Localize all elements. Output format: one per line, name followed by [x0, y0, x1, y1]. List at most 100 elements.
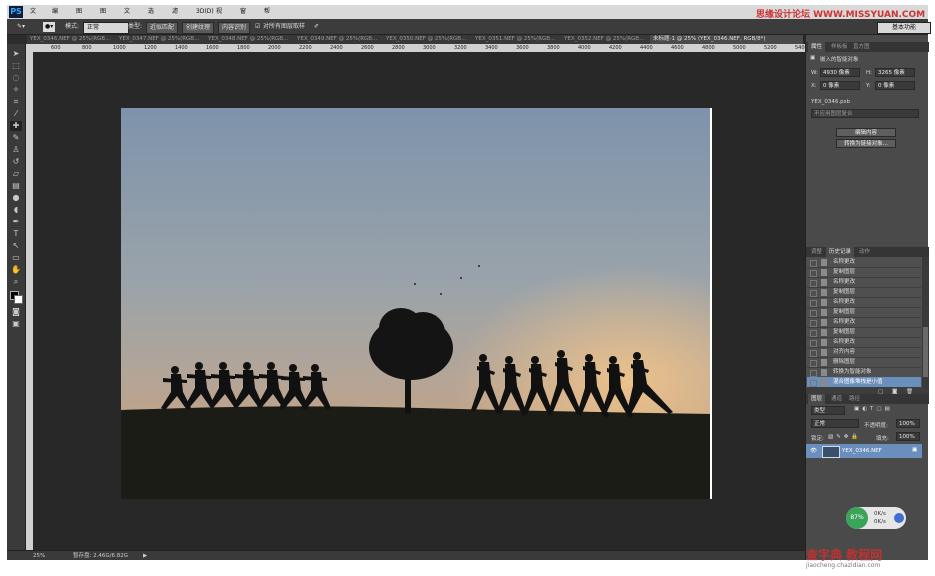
layer-filter-select[interactable]: 类型 — [811, 406, 845, 415]
tab-history[interactable]: 历史记录 — [826, 247, 855, 257]
scratch-disk-info[interactable]: 暂存盘: 2.46G/6.82G — [73, 551, 128, 561]
history-item-label: 删除图层 — [833, 359, 856, 365]
history-snapshot-box[interactable] — [810, 370, 817, 377]
convert-linked-button[interactable]: 转换为链接对象... — [836, 139, 896, 148]
doc-tab[interactable]: YEX_0352.NEF @ 25%(RGB... — [561, 35, 653, 44]
layer-row[interactable]: 👁 YEX_0346.NEF ▣ — [806, 444, 922, 458]
gradient-tool-icon[interactable]: ▤ — [10, 181, 22, 191]
doc-tab-active[interactable]: 未标题-1 @ 25% (YEX_0346.NEF, RGB/8*) — [650, 35, 804, 44]
eyedropper-tool-icon[interactable]: ⁄ — [10, 109, 22, 119]
lock-icons[interactable]: ▧✎✥🔒 — [828, 434, 861, 440]
tab-layers[interactable]: 图层 — [808, 394, 826, 404]
healing-brush-tool-icon[interactable]: ✚ — [10, 121, 22, 131]
history-snapshot-box[interactable] — [810, 330, 817, 337]
text-tool-icon[interactable]: T — [10, 229, 22, 239]
brush-tool-icon[interactable]: ✎ — [10, 133, 22, 143]
history-scrollbar[interactable] — [922, 257, 929, 388]
tab-swatches[interactable]: 样板板 — [828, 42, 851, 52]
ruler-tick-label: 2200 — [299, 45, 312, 51]
doc-tab[interactable]: YEX_0349.NEF @ 25%(RGB... — [294, 35, 386, 44]
brush-tool-icon[interactable]: ✎▾ — [17, 22, 25, 32]
type-content-aware[interactable]: 内容识别 — [218, 22, 251, 34]
status-arrow-icon[interactable]: ▶ — [143, 551, 147, 561]
history-snapshot-box[interactable] — [810, 260, 817, 267]
history-brush-tool-icon[interactable]: ↺ — [10, 157, 22, 167]
history-item-label: 转换为智能对象 — [833, 369, 872, 375]
opacity-field[interactable]: 100% — [896, 419, 920, 428]
tab-actions[interactable]: 动作 — [856, 247, 873, 257]
doc-tab[interactable]: YEX_0351.NEF @ 25%(RGB... — [472, 35, 564, 44]
doc-tab[interactable]: YEX_0347.NEF @ 25%(RGB... — [116, 35, 208, 44]
brush-size-icon[interactable]: ●▾ — [43, 22, 56, 32]
crop-tool-icon[interactable]: ⌗ — [10, 97, 22, 107]
fill-label: 填充: — [876, 436, 889, 442]
menu-3d[interactable]: 3D(D) — [196, 5, 214, 19]
type-create-texture[interactable]: 创建纹理 — [182, 22, 215, 34]
layer-name[interactable]: YEX_0346.NEF — [842, 448, 882, 454]
pen-tool-icon[interactable]: ✒ — [10, 217, 22, 227]
blend-mode-select[interactable]: 正常 — [811, 419, 859, 428]
smart-object-badge-icon: ▣ — [912, 447, 918, 453]
fill-field[interactable]: 100% — [896, 432, 920, 441]
speed-widget[interactable]: 87% 0K/s 0K/s — [846, 507, 906, 529]
tab-histogram[interactable]: 直方图 — [850, 42, 873, 52]
move-tool-icon[interactable]: ➤ — [10, 49, 22, 59]
pressure-icon[interactable]: ✐ — [314, 22, 319, 32]
history-snapshot-box[interactable] — [810, 360, 817, 367]
doc-tab[interactable]: YEX_0346.NEF @ 25%(RGB... — [27, 35, 119, 44]
history-snapshot-box[interactable] — [810, 380, 817, 387]
history-snapshot-box[interactable] — [810, 350, 817, 357]
doc-tab[interactable]: YEX_0348.NEF @ 25%(RGB... — [205, 35, 297, 44]
eraser-tool-icon[interactable]: ▱ — [10, 169, 22, 179]
tab-adjustments[interactable]: 调整 — [808, 247, 825, 257]
history-snapshot-box[interactable] — [810, 320, 817, 327]
mode-select[interactable]: 正常 — [83, 22, 129, 34]
document-photo[interactable] — [121, 108, 712, 499]
x-field[interactable]: 0 像素 — [820, 81, 860, 90]
height-field[interactable]: 3265 像素 — [875, 68, 915, 77]
type-proximity-match[interactable]: 近似匹配 — [146, 22, 179, 34]
tab-channels[interactable]: 通道 — [828, 394, 845, 404]
zoom-level[interactable]: 25% — [33, 551, 45, 561]
history-snapshot-box[interactable] — [810, 270, 817, 277]
history-snapshot-box[interactable] — [810, 290, 817, 297]
color-swatches-icon[interactable] — [10, 291, 23, 304]
sample-all-checkbox[interactable]: ☑ — [255, 22, 260, 32]
blur-tool-icon[interactable]: ● — [10, 193, 22, 203]
tab-properties[interactable]: 属性 — [808, 42, 826, 52]
dodge-tool-icon[interactable]: ◖ — [10, 205, 22, 215]
memory-percent: 87% — [846, 507, 868, 529]
hand-tool-icon[interactable]: ✋ — [10, 265, 22, 275]
photoshop-logo[interactable]: PS — [9, 6, 23, 18]
layer-comp-select[interactable]: 不应用图层复合 — [811, 109, 919, 118]
history-item-label: 复制图层 — [833, 309, 856, 315]
history-state-icon — [821, 319, 827, 326]
doc-tab[interactable]: YEX_0350.NEF @ 25%(RGB... — [383, 35, 475, 44]
ruler-tick-label: 2400 — [330, 45, 343, 51]
path-select-tool-icon[interactable]: ↖ — [10, 241, 22, 251]
shape-tool-icon[interactable]: ▭ — [10, 253, 22, 263]
edit-contents-button[interactable]: 编辑内容 — [836, 128, 896, 137]
clone-stamp-tool-icon[interactable]: ♙ — [10, 145, 22, 155]
tab-paths[interactable]: 路径 — [846, 394, 863, 404]
horizontal-ruler: 600 800 1000 1200 1400 1600 1800 2000 2200 2400 26… — [33, 44, 808, 52]
width-field[interactable]: 4930 像素 — [820, 68, 860, 77]
visibility-eye-icon[interactable]: 👁 — [810, 448, 817, 454]
history-snapshot-box[interactable] — [810, 310, 817, 317]
layer-filter-icons[interactable]: ▣◐T▢▤ — [854, 406, 893, 412]
document-tabs: YEX_0346.NEF @ 25%(RGB... YEX_0347.NEF @… — [7, 35, 805, 44]
history-snapshot-box[interactable] — [810, 300, 817, 307]
quick-select-tool-icon[interactable]: ✧ — [10, 85, 22, 95]
history-snapshot-box[interactable] — [810, 340, 817, 347]
ruler-tick-label: 4400 — [640, 45, 653, 51]
screen-mode-icon[interactable]: ▣ — [10, 319, 22, 329]
lasso-tool-icon[interactable]: ◌ — [10, 73, 22, 83]
quick-mask-icon[interactable]: ◙ — [10, 307, 22, 317]
y-field[interactable]: 0 像素 — [875, 81, 915, 90]
width-label: W: — [811, 70, 818, 76]
zoom-tool-icon[interactable]: ⌕ — [10, 277, 22, 287]
workspace-select[interactable]: 基本功能 — [877, 22, 931, 34]
history-snapshot-box[interactable] — [810, 280, 817, 287]
marquee-tool-icon[interactable]: ⬚ — [10, 61, 22, 71]
history-item[interactable]: 混合图像堆栈是小值 — [807, 377, 921, 388]
